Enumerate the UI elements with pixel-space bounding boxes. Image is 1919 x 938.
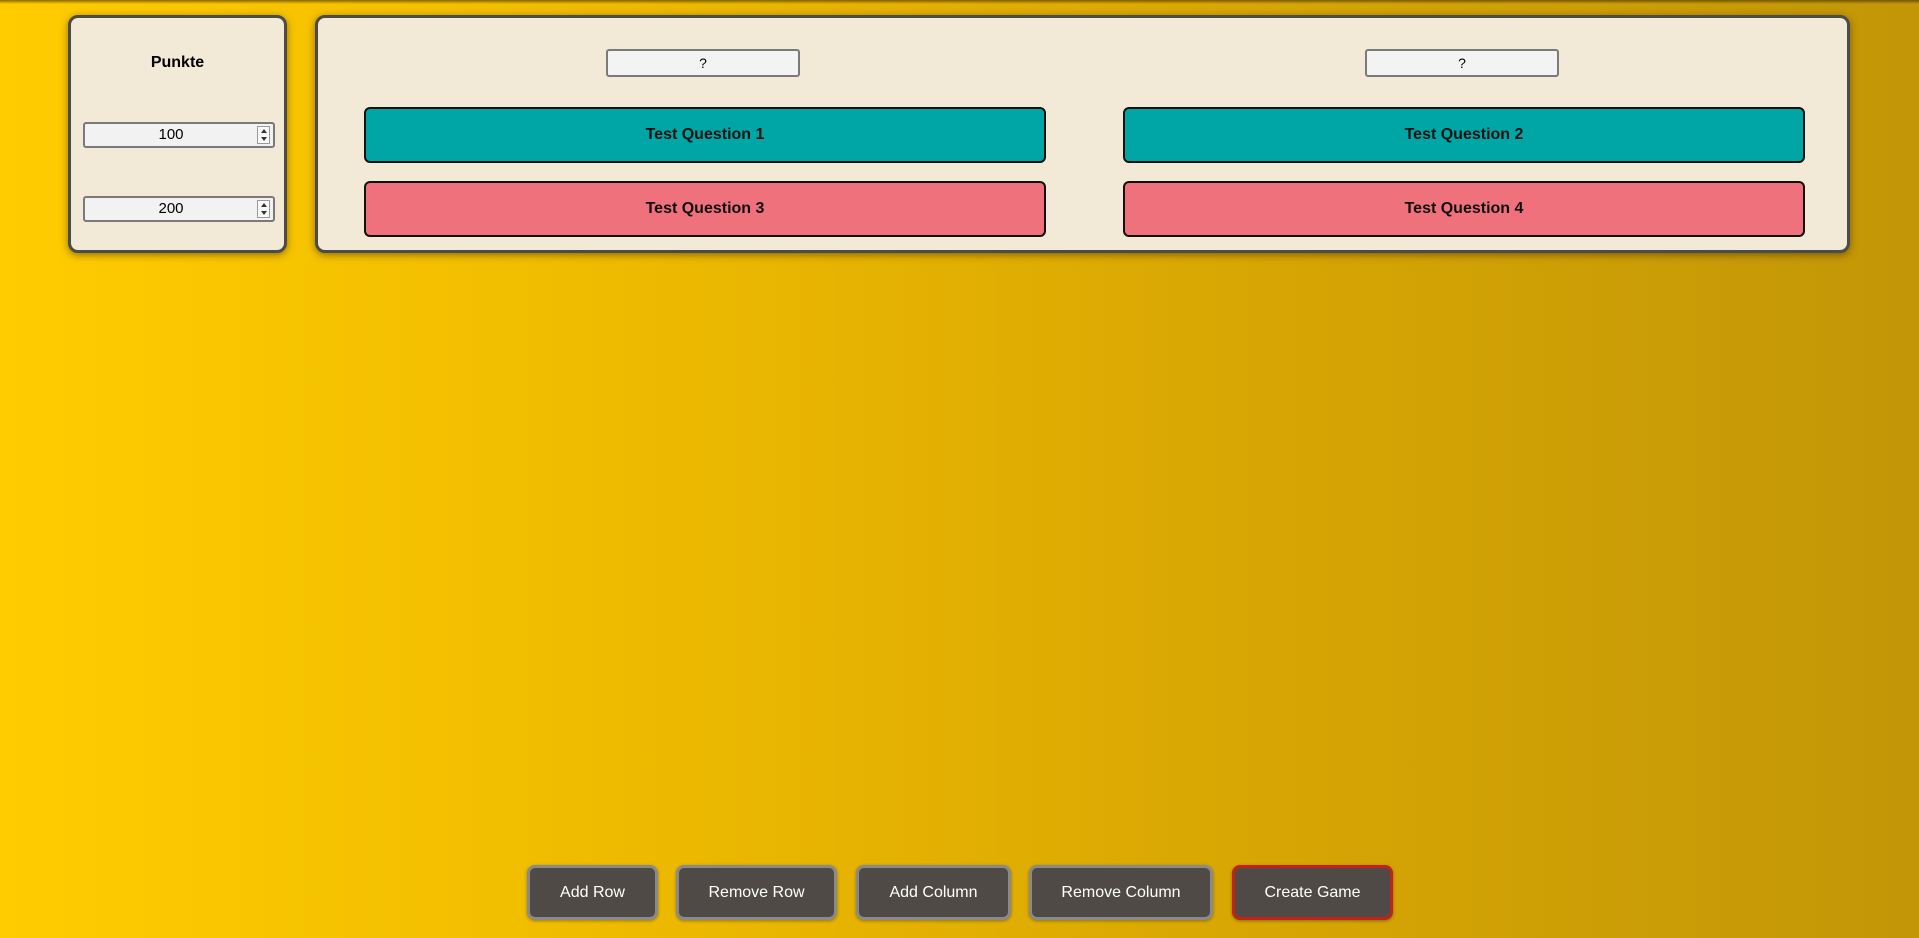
spin-up-icon[interactable] (261, 203, 267, 207)
question-cell-1[interactable]: Test Question 1 (364, 107, 1046, 163)
spin-down-icon[interactable] (261, 137, 267, 141)
remove-row-button[interactable]: Remove Row (676, 865, 837, 920)
question-board: ? ? Test Question 1 Test Question 2 Test… (315, 15, 1850, 253)
spin-down-icon[interactable] (261, 211, 267, 215)
create-game-button[interactable]: Create Game (1232, 865, 1393, 920)
points-input-row-1[interactable]: 100 (83, 122, 275, 148)
question-cell-3[interactable]: Test Question 3 (364, 181, 1046, 237)
question-cell-2[interactable]: Test Question 2 (1123, 107, 1805, 163)
column-header-input-2[interactable]: ? (1365, 49, 1559, 77)
points-title: Punkte (150, 54, 205, 71)
column-header-input-1[interactable]: ? (606, 49, 800, 77)
spinner-arrows-icon[interactable] (257, 200, 270, 218)
top-edge-shadow (0, 0, 1919, 4)
question-cell-4[interactable]: Test Question 4 (1123, 181, 1805, 237)
points-value-row-2: 200 (158, 200, 184, 217)
spinner-arrows-icon[interactable] (257, 126, 270, 144)
points-input-row-2[interactable]: 200 (83, 196, 275, 222)
points-panel: Punkte 100 200 (68, 15, 287, 253)
add-row-button[interactable]: Add Row (527, 865, 658, 920)
spin-up-icon[interactable] (261, 129, 267, 133)
points-value-row-1: 100 (158, 126, 184, 143)
remove-column-button[interactable]: Remove Column (1029, 865, 1213, 920)
add-column-button[interactable]: Add Column (856, 865, 1011, 920)
